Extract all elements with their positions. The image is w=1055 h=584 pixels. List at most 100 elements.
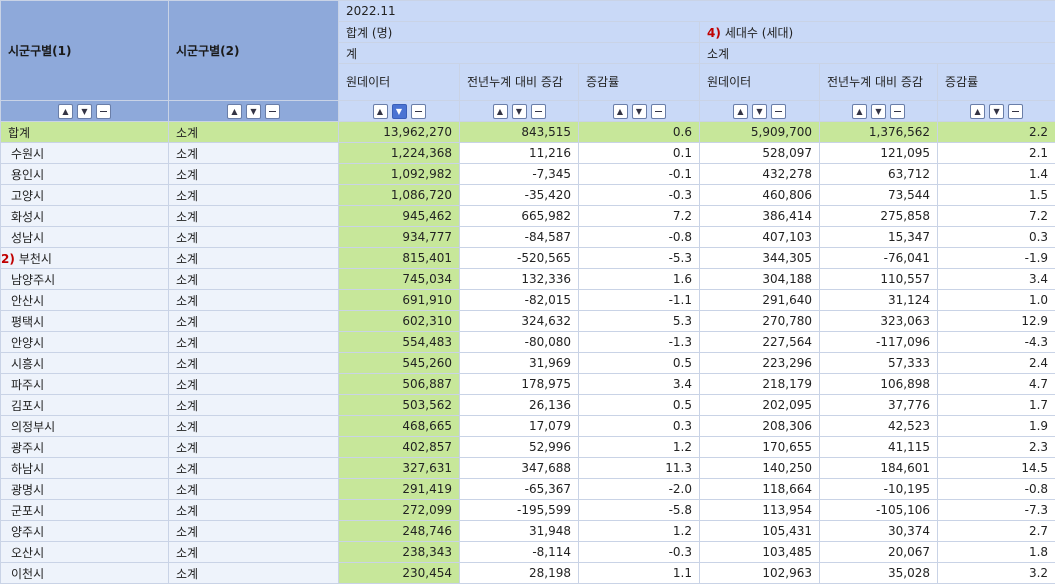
sort-desc-button[interactable]: ▼: [632, 104, 647, 119]
cell-hh-change: 184,601: [820, 458, 938, 479]
sort-controls: ▲▼: [938, 101, 1055, 122]
cell-pop-raw: 468,665: [339, 416, 460, 437]
cell-hh-rate: 2.2: [938, 122, 1055, 143]
table-row: 시흥시소계545,26031,9690.5223,29657,3332.4: [1, 353, 1055, 374]
col-header-pop-rate[interactable]: 증감률: [579, 64, 700, 101]
col-header-pop-change[interactable]: 전년누계 대비 증감: [460, 64, 579, 101]
cell-pop-rate: -0.3: [579, 185, 700, 206]
cell-pop-change: 31,969: [460, 353, 579, 374]
cell-hh-raw: 291,640: [700, 290, 820, 311]
table-row: 성남시소계934,777-84,587-0.8407,10315,3470.3: [1, 227, 1055, 248]
sort-asc-button[interactable]: ▲: [852, 104, 867, 119]
footnote-marker[interactable]: 4): [707, 26, 721, 40]
cell-pop-raw: 554,483: [339, 332, 460, 353]
cell-subregion: 소계: [169, 521, 339, 542]
cell-hh-change: 121,095: [820, 143, 938, 164]
table-row-total: 합계소계13,962,270843,5150.65,909,7001,376,5…: [1, 122, 1055, 143]
col-header-hh-raw[interactable]: 원데이터: [700, 64, 820, 101]
cell-hh-rate: 1.5: [938, 185, 1055, 206]
cell-hh-raw: 460,806: [700, 185, 820, 206]
cell-pop-rate: -1.3: [579, 332, 700, 353]
data-grid: 시군구별(1) 시군구별(2) 2022.11 합계 (명) 4)세대수 (세대…: [0, 0, 1055, 579]
cell-hh-raw: 528,097: [700, 143, 820, 164]
cell-pop-raw: 1,092,982: [339, 164, 460, 185]
cell-pop-raw: 745,034: [339, 269, 460, 290]
sort-desc-button[interactable]: ▼: [989, 104, 1004, 119]
cell-region: 하남시: [1, 458, 169, 479]
cell-hh-change: 30,374: [820, 521, 938, 542]
sort-asc-button[interactable]: ▲: [733, 104, 748, 119]
sort-asc-button[interactable]: ▲: [493, 104, 508, 119]
cell-pop-change: 324,632: [460, 311, 579, 332]
cell-region: 파주시: [1, 374, 169, 395]
sort-clear-button[interactable]: [265, 104, 280, 119]
cell-region: 용인시: [1, 164, 169, 185]
cell-region: 화성시: [1, 206, 169, 227]
col-header-hh-change[interactable]: 전년누계 대비 증감: [820, 64, 938, 101]
cell-hh-raw: 208,306: [700, 416, 820, 437]
sort-clear-button[interactable]: [1008, 104, 1023, 119]
region-label: 성남시: [11, 231, 44, 245]
sort-desc-button[interactable]: ▼: [246, 104, 261, 119]
table-row: 광명시소계291,419-65,367-2.0118,664-10,195-0.…: [1, 479, 1055, 500]
table-body: 합계소계13,962,270843,5150.65,909,7001,376,5…: [1, 122, 1055, 584]
group1-header: 합계 (명): [339, 22, 700, 43]
sort-clear-button[interactable]: [771, 104, 786, 119]
cell-pop-rate: -0.1: [579, 164, 700, 185]
table-row: 고양시소계1,086,720-35,420-0.3460,80673,5441.…: [1, 185, 1055, 206]
region-label: 화성시: [11, 210, 44, 224]
sort-clear-button[interactable]: [96, 104, 111, 119]
cell-pop-raw: 248,746: [339, 521, 460, 542]
cell-region: 수원시: [1, 143, 169, 164]
sort-desc-button[interactable]: ▼: [77, 104, 92, 119]
sort-clear-button[interactable]: [890, 104, 905, 119]
cell-pop-raw: 934,777: [339, 227, 460, 248]
cell-hh-raw: 432,278: [700, 164, 820, 185]
sort-asc-button[interactable]: ▲: [373, 104, 388, 119]
cell-pop-raw: 402,857: [339, 437, 460, 458]
sort-controls: ▲▼: [1, 101, 169, 122]
cell-hh-raw: 202,095: [700, 395, 820, 416]
region-label: 합계: [8, 126, 30, 140]
cell-hh-change: -76,041: [820, 248, 938, 269]
cell-region: 안산시: [1, 290, 169, 311]
sort-desc-button[interactable]: ▼: [752, 104, 767, 119]
cell-pop-change: -82,015: [460, 290, 579, 311]
cell-subregion: 소계: [169, 227, 339, 248]
footnote-marker[interactable]: 2): [1, 252, 15, 266]
sort-desc-button[interactable]: ▼: [512, 104, 527, 119]
cell-pop-rate: 3.4: [579, 374, 700, 395]
cell-hh-change: 41,115: [820, 437, 938, 458]
sort-clear-button[interactable]: [411, 104, 426, 119]
sort-desc-button[interactable]: ▼: [392, 104, 407, 119]
sort-clear-button[interactable]: [651, 104, 666, 119]
col-header-region2[interactable]: 시군구별(2): [169, 1, 339, 101]
cell-hh-raw: 227,564: [700, 332, 820, 353]
cell-pop-change: -195,599: [460, 500, 579, 521]
col-header-region1[interactable]: 시군구별(1): [1, 1, 169, 101]
cell-hh-change: 57,333: [820, 353, 938, 374]
sort-asc-button[interactable]: ▲: [227, 104, 242, 119]
cell-pop-change: 11,216: [460, 143, 579, 164]
col-header-pop-raw[interactable]: 원데이터: [339, 64, 460, 101]
cell-hh-change: 275,858: [820, 206, 938, 227]
cell-region: 시흥시: [1, 353, 169, 374]
region-label: 광주시: [11, 441, 44, 455]
table-row: 평택시소계602,310324,6325.3270,780323,06312.9: [1, 311, 1055, 332]
sort-asc-button[interactable]: ▲: [613, 104, 628, 119]
cell-region: 김포시: [1, 395, 169, 416]
col-header-hh-rate[interactable]: 증감률: [938, 64, 1055, 101]
sort-controls: ▲▼: [820, 101, 938, 122]
sort-desc-button[interactable]: ▼: [871, 104, 886, 119]
region-label: 시흥시: [11, 357, 44, 371]
sort-asc-button[interactable]: ▲: [58, 104, 73, 119]
cell-region: 의정부시: [1, 416, 169, 437]
cell-hh-raw: 118,664: [700, 479, 820, 500]
sort-asc-button[interactable]: ▲: [970, 104, 985, 119]
sort-clear-button[interactable]: [531, 104, 546, 119]
cell-hh-change: -117,096: [820, 332, 938, 353]
region-label: 광명시: [11, 483, 44, 497]
cell-subregion: 소계: [169, 458, 339, 479]
cell-hh-rate: 4.7: [938, 374, 1055, 395]
sort-controls: ▲▼: [579, 101, 700, 122]
